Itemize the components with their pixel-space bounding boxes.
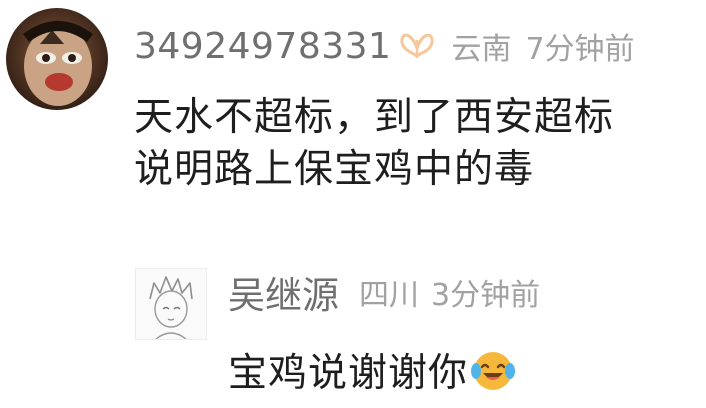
- user-avatar-icon: [6, 8, 108, 110]
- reply-text: 宝鸡说谢谢你: [228, 342, 516, 398]
- timestamp: 7分钟前: [525, 32, 635, 67]
- username[interactable]: 34924978331: [134, 26, 391, 67]
- laughing-tears-emoji-icon: [470, 347, 516, 393]
- reply-avatar[interactable]: [135, 268, 207, 340]
- comment-header: 34924978331 云南 7分钟前: [134, 20, 635, 72]
- comment-text-line: 说明路上保宝鸡中的毒: [134, 147, 535, 192]
- comment-text-line: 天水不超标，到了西安超标: [134, 95, 615, 140]
- location: 四川: [359, 278, 419, 313]
- user-avatar-icon: [136, 269, 206, 339]
- reply-text-content: 宝鸡说谢谢你: [228, 351, 469, 396]
- comment-text: 天水不超标，到了西安超标 说明路上保宝鸡中的毒: [134, 92, 706, 196]
- location: 云南: [451, 32, 512, 67]
- comment-meta: 云南 7分钟前: [451, 24, 634, 68]
- reply-username[interactable]: 吴继源: [228, 265, 339, 319]
- timestamp: 3分钟前: [431, 278, 541, 313]
- reply-header: 吴继源 四川 3分钟前: [228, 266, 540, 318]
- reply-meta: 四川 3分钟前: [359, 270, 540, 314]
- butterfly-badge-icon: [397, 26, 437, 66]
- avatar[interactable]: [6, 8, 108, 110]
